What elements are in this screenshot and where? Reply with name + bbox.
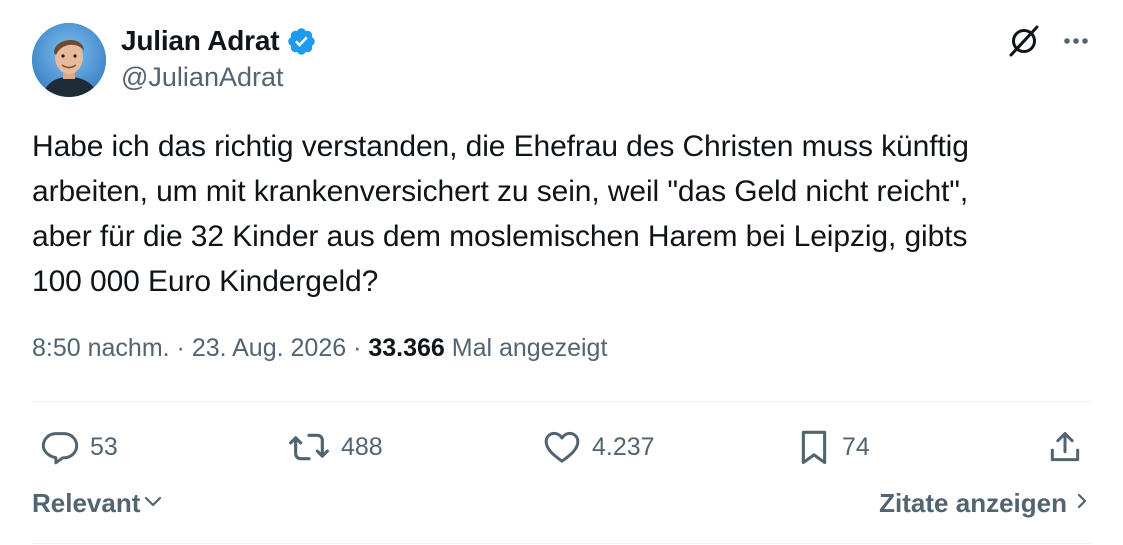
sort-label: Relevant: [32, 488, 141, 518]
meta-separator-2: ·: [346, 334, 369, 362]
author-display-name[interactable]: Julian Adrat: [121, 25, 280, 57]
reply-button[interactable]: 53: [40, 424, 118, 470]
repost-icon: [287, 427, 331, 467]
author-handle[interactable]: @JulianAdrat: [121, 62, 284, 93]
bookmark-count: 74: [842, 432, 870, 461]
view-quotes-link[interactable]: Zitate anzeigen: [879, 488, 1089, 519]
author-name-row: Julian Adrat: [121, 24, 317, 58]
tweet-text: Habe ich das richtig verstanden, die Ehe…: [32, 130, 969, 298]
avatar-image: [32, 23, 106, 97]
more-icon[interactable]: [1060, 28, 1092, 54]
like-button[interactable]: 4.237: [542, 424, 655, 470]
chevron-down-icon: [142, 488, 164, 519]
repost-button[interactable]: 488: [287, 424, 383, 470]
divider-bottom: [32, 543, 1092, 544]
tweet-time[interactable]: 8:50 nachm.: [32, 334, 170, 363]
bookmark-button[interactable]: 74: [796, 424, 870, 470]
chevron-right-icon: [1075, 488, 1089, 519]
sort-dropdown[interactable]: Relevant: [32, 488, 164, 519]
action-bar: 53 488 4.237 74: [32, 424, 1092, 470]
tweet-card: Julian Adrat @JulianAdrat Habe ich das r…: [0, 0, 1123, 545]
divider-top: [32, 401, 1092, 402]
tweet-date[interactable]: 23. Aug. 2026: [192, 334, 346, 363]
bookmark-icon: [796, 427, 832, 467]
views-label: Mal angezeigt: [444, 334, 608, 362]
quotes-label: Zitate anzeigen: [879, 488, 1067, 518]
verified-badge-icon: [286, 26, 317, 57]
heart-icon: [542, 427, 582, 467]
like-count: 4.237: [592, 432, 655, 461]
tweet-meta: 8:50 nachm. · 23. Aug. 2026 · 33.366 Mal…: [32, 334, 607, 363]
views-count: 33.366: [368, 334, 445, 362]
meta-separator-1: ·: [169, 334, 192, 362]
reply-count: 53: [90, 432, 118, 461]
grok-icon[interactable]: [1007, 24, 1041, 58]
repost-count: 488: [341, 432, 383, 461]
reply-icon: [40, 427, 80, 467]
share-button[interactable]: [1046, 424, 1084, 470]
share-icon: [1046, 427, 1084, 467]
avatar[interactable]: [32, 23, 106, 97]
